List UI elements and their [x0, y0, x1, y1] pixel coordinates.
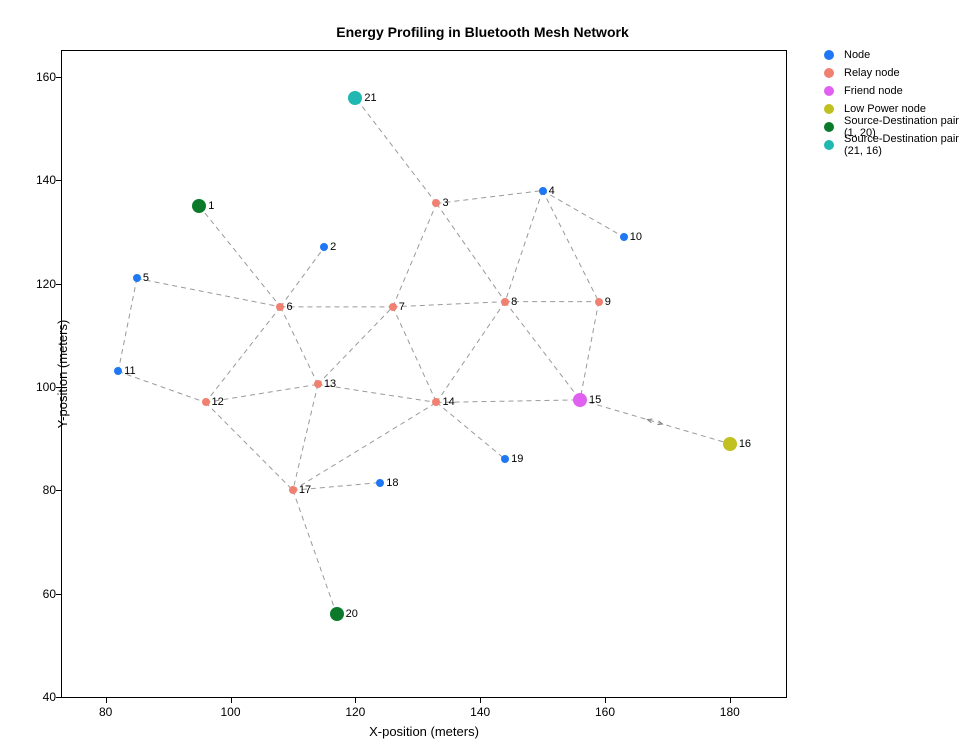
x-tick	[480, 698, 481, 703]
mesh-node-21	[348, 91, 362, 105]
legend-item: Relay node	[824, 64, 965, 82]
mesh-node-19	[501, 455, 509, 463]
mesh-node-label: 15	[589, 394, 601, 406]
mesh-node-7	[389, 303, 397, 311]
y-tick-label: 120	[28, 277, 56, 291]
x-tick-label: 100	[221, 705, 241, 719]
legend-label: Source-Destination pair (21, 16)	[844, 133, 965, 157]
legend-swatch	[824, 50, 834, 60]
mesh-node-label: 6	[286, 301, 292, 313]
mesh-node-16	[723, 437, 737, 451]
y-tick-label: 80	[28, 483, 56, 497]
chart-title: Energy Profiling in Bluetooth Mesh Netwo…	[0, 24, 965, 40]
x-tick	[605, 698, 606, 703]
legend-swatch	[824, 122, 834, 132]
mesh-node-20	[330, 607, 344, 621]
mesh-node-label: 4	[549, 185, 555, 197]
y-tick-label: 60	[28, 587, 56, 601]
mesh-node-2	[320, 243, 328, 251]
x-axis-label: X-position (meters)	[62, 724, 786, 739]
legend-swatch	[824, 68, 834, 78]
x-tick-label: 120	[345, 705, 365, 719]
mesh-node-label: 9	[605, 296, 611, 308]
legend-label: Friend node	[844, 85, 903, 97]
mesh-node-label: 11	[124, 365, 135, 377]
x-tick	[355, 698, 356, 703]
figure: Energy Profiling in Bluetooth Mesh Netwo…	[0, 0, 965, 748]
x-tick	[106, 698, 107, 703]
legend-item: Node	[824, 46, 965, 64]
plot-area: X-position (meters) Y-position (meters) …	[61, 50, 787, 698]
mesh-node-label: 21	[364, 92, 376, 104]
legend-label: Node	[844, 49, 870, 61]
mesh-node-14	[432, 398, 440, 406]
mesh-node-label: 20	[346, 608, 358, 620]
mesh-node-label: 3	[442, 197, 448, 209]
legend-item: Friend node	[824, 82, 965, 100]
x-tick	[231, 698, 232, 703]
mesh-node-label: 1	[208, 200, 214, 212]
legend-item: Source-Destination pair (21, 16)	[824, 136, 965, 154]
mesh-node-label: 8	[511, 296, 517, 308]
mesh-node-label: 10	[630, 231, 642, 243]
mesh-node-3	[432, 199, 440, 207]
mesh-node-8	[501, 298, 509, 306]
mesh-node-label: 14	[442, 396, 454, 408]
mesh-node-4	[539, 187, 547, 195]
legend-label: Low Power node	[844, 103, 926, 115]
legend-swatch	[824, 86, 834, 96]
mesh-node-18	[376, 479, 384, 487]
mesh-node-1	[192, 199, 206, 213]
mesh-node-label: 19	[511, 453, 523, 465]
mesh-node-label: 16	[739, 438, 751, 450]
mesh-node-label: 17	[299, 484, 311, 496]
mesh-node-label: 12	[212, 396, 224, 408]
mesh-node-label: 13	[324, 378, 336, 390]
y-tick	[56, 77, 61, 78]
mesh-node-15	[573, 393, 587, 407]
mesh-node-11	[114, 367, 122, 375]
legend-swatch	[824, 140, 834, 150]
x-tick-label: 180	[720, 705, 740, 719]
y-tick	[56, 387, 61, 388]
x-tick-label: 80	[99, 705, 112, 719]
y-tick-label: 140	[28, 173, 56, 187]
y-axis-label: Y-position (meters)	[55, 320, 70, 429]
y-tick-label: 160	[28, 70, 56, 84]
legend-label: Relay node	[844, 67, 900, 79]
mesh-node-5	[133, 274, 141, 282]
y-tick	[56, 284, 61, 285]
mesh-node-9	[595, 298, 603, 306]
y-tick-label: 100	[28, 380, 56, 394]
y-tick	[56, 490, 61, 491]
mesh-node-13	[314, 380, 322, 388]
mesh-node-label: 18	[386, 477, 398, 489]
x-tick-label: 140	[470, 705, 490, 719]
y-tick	[56, 180, 61, 181]
mesh-node-10	[620, 233, 628, 241]
mesh-node-12	[202, 398, 210, 406]
x-tick	[730, 698, 731, 703]
y-tick-label: 40	[28, 690, 56, 704]
mesh-node-6	[276, 303, 284, 311]
y-tick	[56, 697, 61, 698]
legend: Node Relay node Friend node Low Power node S…	[824, 46, 965, 154]
mesh-node-label: 2	[330, 241, 336, 253]
mesh-node-label: 7	[399, 301, 405, 313]
mesh-node-17	[289, 486, 297, 494]
mesh-node-label: 5	[143, 272, 149, 284]
edges-layer	[62, 51, 786, 697]
x-tick-label: 160	[595, 705, 615, 719]
legend-swatch	[824, 104, 834, 114]
y-tick	[56, 594, 61, 595]
